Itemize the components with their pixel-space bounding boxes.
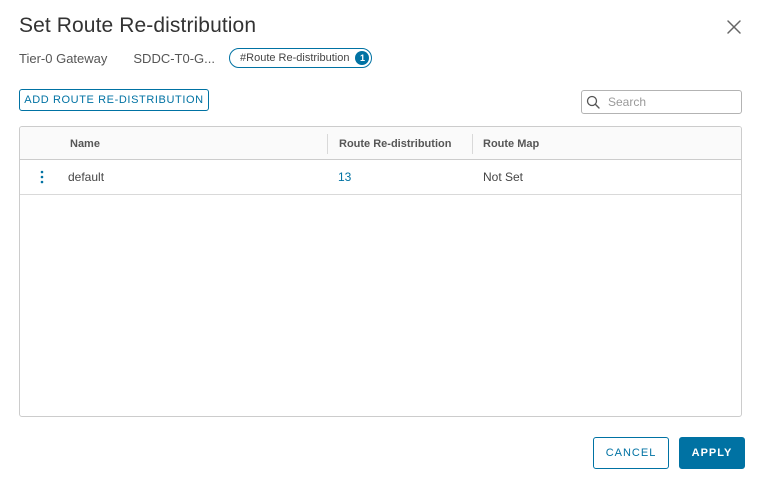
cell-name: default bbox=[68, 170, 105, 184]
cancel-button[interactable]: CANCEL bbox=[593, 437, 669, 469]
dialog-title: Set Route Re-distribution bbox=[19, 14, 257, 37]
column-header-route-redistribution[interactable]: Route Re-distribution bbox=[339, 127, 451, 160]
cell-route-redistribution-link[interactable]: 13 bbox=[338, 160, 351, 194]
row-actions-button[interactable] bbox=[32, 160, 52, 194]
table-row: default 13 Not Set bbox=[20, 160, 741, 195]
add-route-redistribution-button[interactable]: ADD ROUTE RE-DISTRIBUTION bbox=[19, 89, 209, 111]
search-icon bbox=[586, 95, 600, 109]
search-box[interactable] bbox=[581, 90, 742, 114]
column-separator[interactable] bbox=[472, 134, 473, 154]
gateway-name: SDDC-T0-G... bbox=[133, 50, 216, 66]
column-separator[interactable] bbox=[327, 134, 328, 154]
breadcrumb: Tier-0 Gateway SDDC-T0-G... #Route Re-di… bbox=[19, 47, 373, 69]
close-icon bbox=[727, 20, 741, 34]
apply-button[interactable]: APPLY bbox=[679, 437, 745, 469]
route-redistribution-grid: Name Route Re-distribution Route Map def… bbox=[19, 126, 742, 417]
gateway-type-label: Tier-0 Gateway bbox=[19, 50, 108, 66]
route-redistribution-pill[interactable]: #Route Re-distribution 1 bbox=[229, 48, 373, 68]
grid-header: Name Route Re-distribution Route Map bbox=[20, 127, 741, 160]
column-header-name[interactable]: Name bbox=[70, 127, 100, 160]
close-button[interactable] bbox=[724, 17, 744, 37]
search-input[interactable] bbox=[608, 95, 728, 109]
column-header-route-map[interactable]: Route Map bbox=[483, 127, 539, 160]
vertical-ellipsis-icon bbox=[40, 170, 44, 184]
pill-label: #Route Re-distribution bbox=[240, 52, 350, 64]
count-badge: 1 bbox=[355, 51, 370, 65]
cell-route-map: Not Set bbox=[483, 170, 524, 184]
set-route-redistribution-dialog: Set Route Re-distribution Tier-0 Gateway… bbox=[0, 0, 766, 490]
